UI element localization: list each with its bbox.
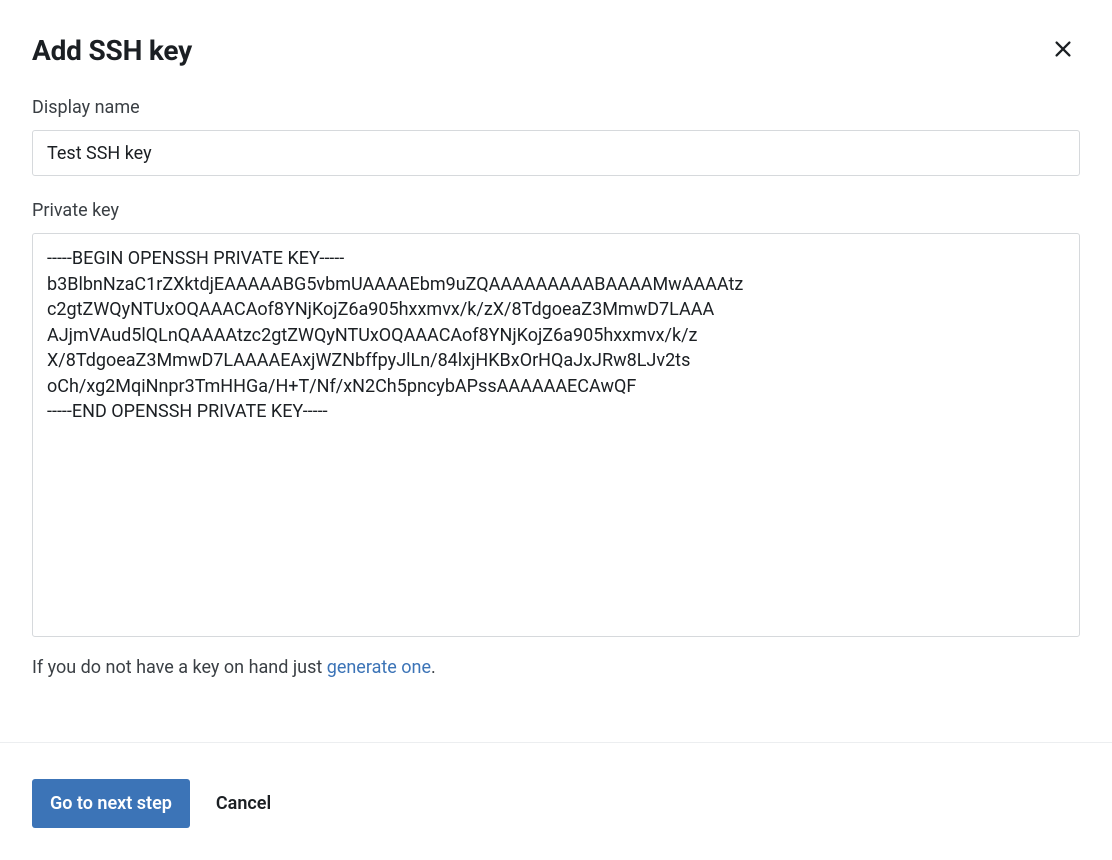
helper-prefix: If you do not have a key on hand just	[32, 657, 327, 678]
helper-text: If you do not have a key on hand just ge…	[32, 657, 1080, 678]
close-icon	[1052, 38, 1074, 63]
cancel-button[interactable]: Cancel	[210, 779, 277, 828]
private-key-field: Private key	[32, 200, 1080, 641]
display-name-input[interactable]	[32, 130, 1080, 176]
display-name-label: Display name	[32, 97, 1080, 118]
go-to-next-step-button[interactable]: Go to next step	[32, 779, 190, 828]
close-button[interactable]	[1046, 32, 1080, 69]
generate-one-link[interactable]: generate one	[327, 657, 431, 678]
helper-suffix: .	[431, 657, 436, 678]
dialog-title: Add SSH key	[32, 34, 192, 67]
dialog-footer: Go to next step Cancel	[0, 742, 1112, 860]
dialog-body: Add SSH key Display name Private key If …	[0, 0, 1112, 742]
dialog-header: Add SSH key	[32, 32, 1080, 69]
add-ssh-key-dialog: Add SSH key Display name Private key If …	[0, 0, 1112, 860]
display-name-field: Display name	[32, 97, 1080, 176]
private-key-textarea[interactable]	[32, 233, 1080, 637]
private-key-label: Private key	[32, 200, 1080, 221]
